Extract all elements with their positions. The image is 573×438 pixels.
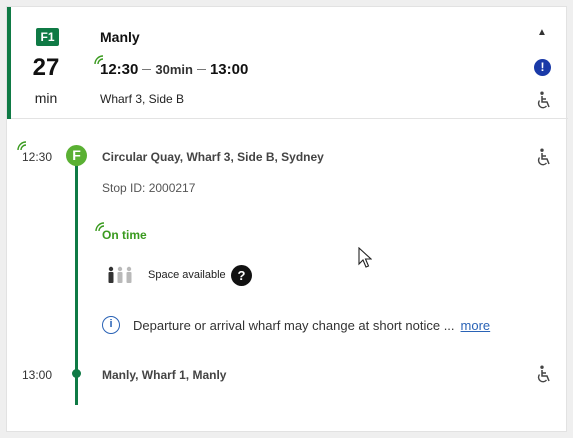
stop-name[interactable]: Circular Quay, Wharf 3, Side B, Sydney xyxy=(102,150,324,164)
notice-text: Departure or arrival wharf may change at… xyxy=(133,317,455,333)
departure-wharf: Wharf 3, Side B xyxy=(100,92,185,106)
depart-time: 12:30 xyxy=(100,61,139,78)
destination-title: Manly xyxy=(100,29,140,45)
trip-duration: 30min xyxy=(155,62,193,77)
stop-time: 13:00 xyxy=(22,368,53,382)
trip-times: 12:30 30min 13:00 xyxy=(100,61,248,78)
time-separator xyxy=(196,69,206,70)
occupancy-label: Space available xyxy=(148,269,226,281)
stop-dot xyxy=(72,369,81,378)
stop-time: 12:30 xyxy=(22,150,53,164)
stop-name[interactable]: Manly, Wharf 1, Manly xyxy=(102,368,226,382)
alert-icon[interactable]: ! xyxy=(534,59,551,76)
arrive-time: 13:00 xyxy=(209,61,249,78)
info-icon: i xyxy=(102,316,120,334)
mouse-cursor-icon xyxy=(358,247,372,268)
occupancy-indicator: Space available xyxy=(106,266,226,284)
trip-summary-header[interactable]: F1 27 min Manly 12:30 30min 13:00 Wharf … xyxy=(7,7,568,119)
wheelchair-icon xyxy=(537,365,550,383)
minutes-unit: min xyxy=(34,90,58,106)
on-time-status: On time xyxy=(102,228,147,242)
wheelchair-icon xyxy=(537,91,550,109)
route-badge: F1 xyxy=(36,28,59,46)
trip-card: F1 27 min Manly 12:30 30min 13:00 Wharf … xyxy=(6,6,568,432)
more-link[interactable]: more xyxy=(461,318,491,333)
route-accent-bar xyxy=(7,7,11,119)
service-notice: i Departure or arrival wharf may change … xyxy=(102,316,490,334)
help-icon[interactable]: ? xyxy=(231,265,252,286)
time-separator xyxy=(142,69,152,70)
stop-id: Stop ID: 2000217 xyxy=(102,181,196,195)
ferry-icon: F xyxy=(66,145,87,166)
wheelchair-icon xyxy=(537,148,550,166)
minutes-until-departure: 27 xyxy=(32,54,60,81)
chevron-up-icon[interactable]: ▲ xyxy=(537,27,547,38)
occupancy-people-icon xyxy=(108,266,132,283)
